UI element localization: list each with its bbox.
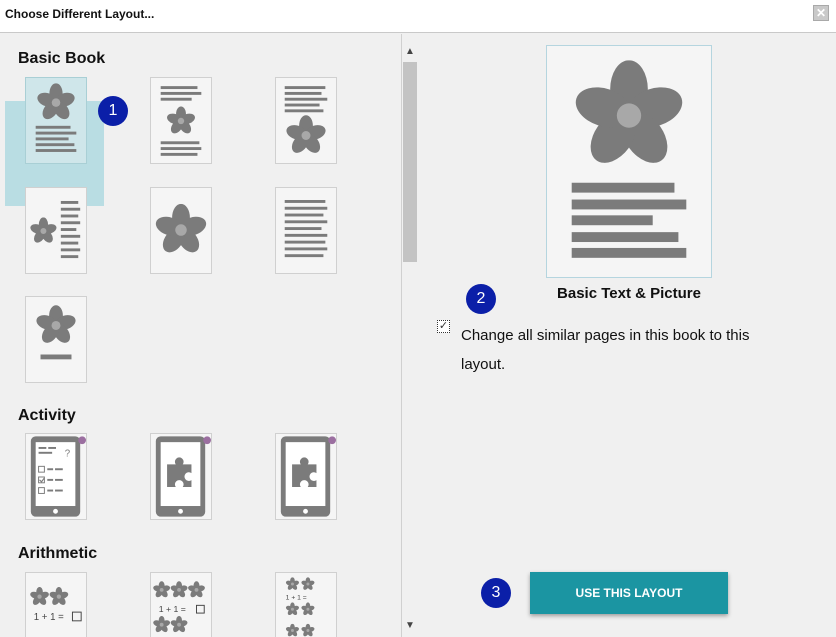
layout-preview [546, 45, 712, 278]
change-all-checkbox[interactable]: ✓ [437, 320, 450, 333]
arithmetic-equation-3: 1 + 1 = [286, 595, 307, 602]
layout-thumb-activity-puzzle-2[interactable] [275, 433, 337, 520]
layout-thumb-activity-puzzle[interactable] [150, 433, 212, 520]
layout-thumb-picture-only[interactable] [150, 187, 212, 274]
layout-thumb-arithmetic-2[interactable]: 1 + 1 = [150, 572, 212, 637]
layout-thumb-text-only[interactable] [275, 187, 337, 274]
layout-thumb-basic-text-picture[interactable] [25, 77, 87, 164]
section-heading-activity: Activity [18, 407, 76, 424]
layout-thumb-picture-caption[interactable] [25, 296, 87, 383]
selected-layout-name: Basic Text & Picture [557, 285, 701, 302]
scrollbar-thumb[interactable] [403, 62, 417, 262]
callout-badge-1: 1 [98, 96, 128, 126]
layout-thumb-arithmetic-1[interactable]: 1 + 1 = [25, 572, 87, 637]
change-all-label[interactable]: Change all similar pages in this book to… [461, 321, 791, 379]
layout-list-panel: Basic Book Activity ? Arithmetic 1 + 1 =… [0, 34, 400, 637]
scroll-down-icon[interactable]: ▼ [404, 620, 416, 631]
dialog-title: Choose Different Layout... [5, 7, 155, 21]
arithmetic-equation-2: 1 + 1 = [159, 604, 186, 614]
callout-badge-3: 3 [481, 578, 511, 608]
section-heading-arithmetic: Arithmetic [18, 545, 98, 562]
close-icon[interactable]: ✕ [813, 5, 829, 21]
pane-divider [401, 34, 402, 637]
scroll-up-icon[interactable]: ▲ [404, 46, 416, 57]
title-bar: Choose Different Layout... ✕ [0, 0, 836, 33]
layout-thumb-picture-middle[interactable] [150, 77, 212, 164]
layout-thumb-arithmetic-3[interactable]: 1 + 1 = [275, 572, 337, 637]
use-this-layout-button[interactable]: USE THIS LAYOUT [530, 572, 728, 614]
callout-badge-2: 2 [466, 284, 496, 314]
svg-text:?: ? [65, 449, 71, 460]
arithmetic-equation-1: 1 + 1 = [34, 612, 64, 623]
layout-thumb-activity-checklist[interactable]: ? [25, 433, 87, 520]
layout-thumb-picture-left[interactable] [25, 187, 87, 274]
layout-thumb-picture-bottom[interactable] [275, 77, 337, 164]
section-heading-basic-book: Basic Book [18, 50, 106, 67]
